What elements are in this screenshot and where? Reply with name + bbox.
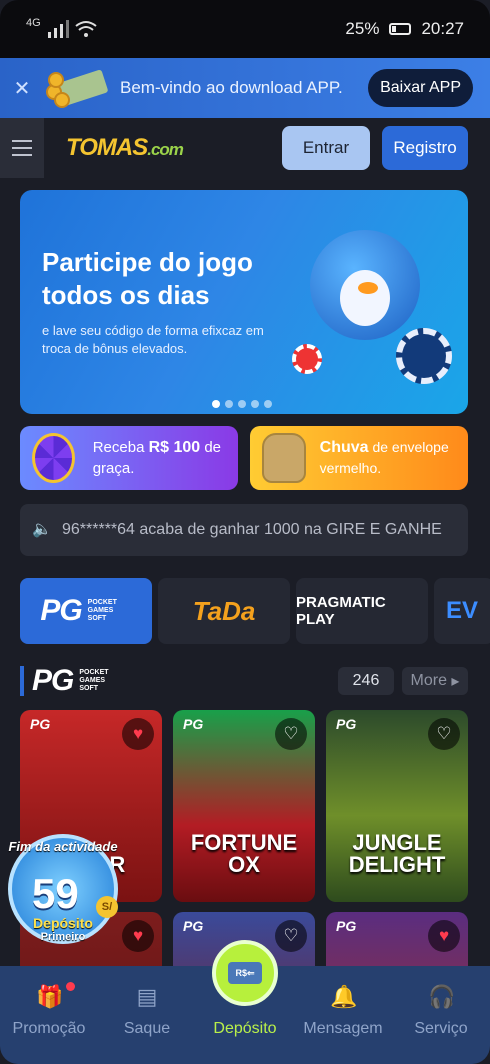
logo-suffix: .com: [147, 140, 184, 159]
download-banner-text: Bem-vindo ao download APP.: [120, 78, 343, 97]
tab-provider-pg[interactable]: PG POCKET GAMES SOFT: [20, 578, 152, 644]
ticker-text: 96******64 acaba de ganhar 1000 na GIRE …: [62, 521, 442, 538]
penguin-mascot-icon: [310, 230, 420, 340]
section-logo: PG POCKET GAMES SOFT: [32, 664, 109, 697]
promo-red-envelope[interactable]: Chuva de envelope vermelho.: [250, 426, 468, 490]
game-count: 246: [338, 667, 394, 695]
pg-logo: PG: [40, 594, 82, 627]
pg-logo: PG: [30, 716, 51, 732]
promo-free-bonus[interactable]: Receba R$ 100 de graça.: [20, 426, 238, 490]
app-frame: 4G 25% 20:27 ✕ Bem-vindo ao download APP…: [0, 0, 490, 1064]
header: TOMAS .com Entrar Registro: [0, 118, 490, 178]
logo-text: TOMAS: [66, 134, 148, 161]
nav-servico[interactable]: 🎧 Serviço: [392, 966, 490, 1064]
logo[interactable]: TOMAS .com: [66, 134, 184, 162]
pg-logo: PG: [336, 918, 357, 934]
signal-icon: [47, 20, 69, 38]
deposit-button[interactable]: R$⇐: [212, 940, 278, 1006]
carousel-dots: [212, 400, 272, 408]
money-bag-icon: [262, 433, 306, 483]
carousel-dot[interactable]: [264, 400, 272, 408]
favorite-heart-icon[interactable]: ♥: [428, 920, 460, 952]
money-icon: [44, 66, 112, 110]
battery-icon: [389, 23, 412, 35]
speaker-icon: 🔈: [32, 521, 52, 538]
poker-chip-icon: [292, 344, 322, 374]
carousel-dot[interactable]: [251, 400, 259, 408]
prize-wheel-icon: [32, 433, 75, 483]
nav-label: Depósito: [213, 1020, 277, 1037]
winner-ticker: 🔈 96******64 acaba de ganhar 1000 na GIR…: [20, 504, 468, 556]
carousel-dot[interactable]: [238, 400, 246, 408]
clock: 20:27: [421, 19, 464, 38]
tab-provider-pragmatic[interactable]: PRAGMATIC PLAY: [296, 578, 428, 644]
section-header: PG POCKET GAMES SOFT 246 More ▸: [20, 664, 468, 698]
download-app-button[interactable]: Baixar APP: [368, 69, 473, 107]
battery-percent: 25%: [345, 19, 380, 38]
favorite-heart-icon[interactable]: ♥: [122, 718, 154, 750]
nav-promocao[interactable]: 🎁 Promoção: [0, 966, 98, 1064]
nav-label: Mensagem: [303, 1020, 383, 1037]
nav-saque[interactable]: ▤ Saque: [98, 966, 196, 1064]
game-card-jungle-delight[interactable]: PG ♡ JUNGLE DELIGHT: [326, 710, 468, 902]
tab-provider-tada[interactable]: TaDa: [158, 578, 290, 644]
hero-title: Participe do jogo todos os dias: [42, 247, 253, 310]
gift-icon: 🎁: [36, 984, 64, 1009]
network-label: 4G: [26, 17, 41, 29]
withdraw-icon: ▤: [136, 984, 158, 1009]
nav-label: Serviço: [414, 1020, 468, 1037]
promo-free-bonus-text: Receba R$ 100 de graça.: [92, 439, 222, 477]
hero-banner[interactable]: Participe do jogo todos os dias e lave s…: [20, 190, 468, 414]
support-icon: 🎧: [428, 984, 456, 1009]
deposit-icon: R$⇐: [228, 962, 262, 984]
favorite-heart-icon[interactable]: ♡: [275, 718, 307, 750]
hero-subtitle: e lave seu código de forma efixcaz em tr…: [42, 323, 264, 356]
pg-logo: PG: [183, 716, 204, 732]
pg-logo: PG: [183, 918, 204, 934]
wifi-icon: [75, 21, 97, 37]
more-button[interactable]: More ▸: [402, 667, 468, 695]
badge-bottom-text: Depósito Primeiro: [33, 915, 93, 943]
favorite-heart-icon[interactable]: ♡: [275, 920, 307, 952]
pg-logo: PG: [336, 716, 357, 732]
badge-currency: S/: [96, 896, 118, 918]
pg-logo-sub: POCKET GAMES SOFT: [87, 599, 117, 622]
section-accent-bar: [20, 666, 24, 696]
carousel-dot[interactable]: [225, 400, 233, 408]
badge-top-text: Fim da actividade: [8, 839, 118, 854]
favorite-heart-icon[interactable]: ♡: [428, 718, 460, 750]
nav-mensagem[interactable]: 🔔 Mensagem: [294, 966, 392, 1064]
game-title: FORTUNE OX: [190, 830, 298, 877]
tab-provider-ev[interactable]: EV: [434, 578, 490, 644]
register-button[interactable]: Registro: [382, 126, 468, 170]
status-bar: 4G 25% 20:27: [0, 0, 490, 58]
favorite-heart-icon[interactable]: ♥: [122, 920, 154, 952]
provider-tabs: PG POCKET GAMES SOFT TaDa PRAGMATIC PLAY…: [20, 578, 490, 644]
nav-label: Promoção: [12, 1020, 86, 1037]
notification-dot: [66, 982, 75, 991]
login-button[interactable]: Entrar: [282, 126, 370, 170]
bell-icon: 🔔: [330, 984, 358, 1009]
download-banner: ✕ Bem-vindo ao download APP. Baixar APP: [0, 58, 490, 118]
nav-label: Saque: [123, 1020, 171, 1037]
badge-number: 59: [32, 870, 79, 917]
game-card-fortune-ox[interactable]: PG ♡ FORTUNE OX: [173, 710, 315, 902]
first-deposit-badge[interactable]: Fim da actividade 59 S/ Depósito Primeir…: [8, 834, 118, 944]
poker-chip-icon: [396, 328, 452, 384]
carousel-dot[interactable]: [212, 400, 220, 408]
game-title: JUNGLE DELIGHT: [348, 830, 446, 877]
menu-icon[interactable]: [0, 118, 44, 178]
promo-red-envelope-text: Chuva de envelope vermelho.: [319, 439, 449, 476]
close-icon[interactable]: ✕: [0, 76, 44, 101]
